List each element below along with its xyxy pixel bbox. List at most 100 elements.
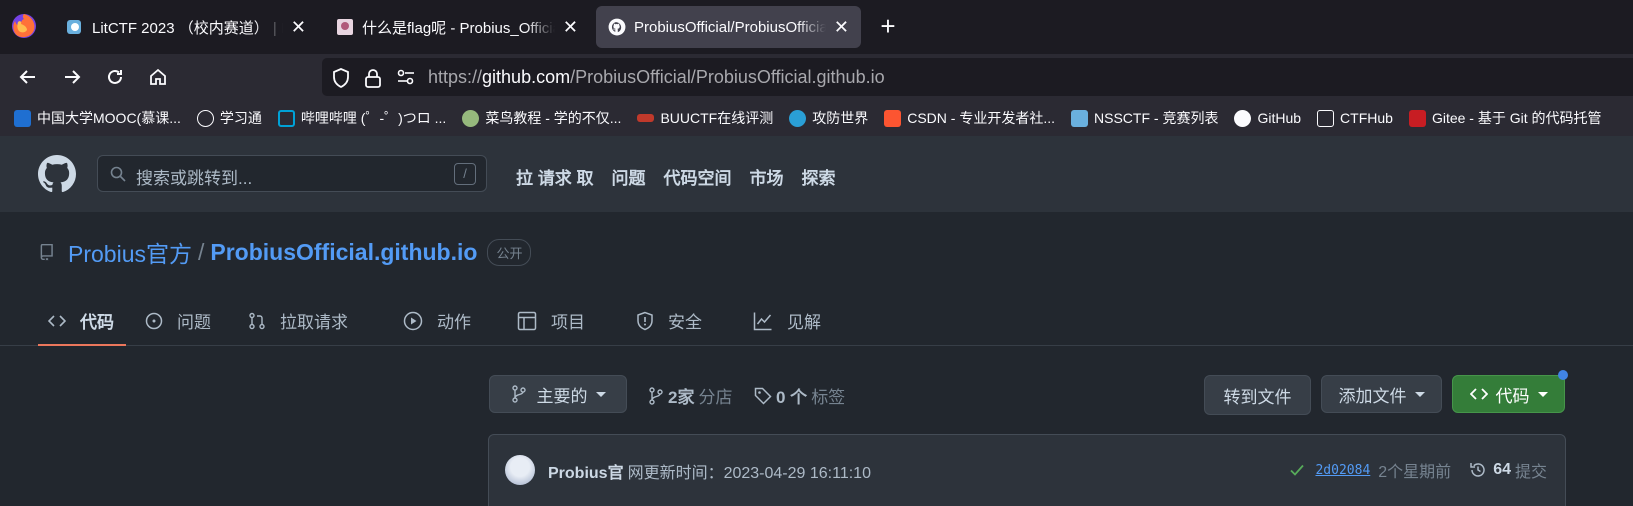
- url-text[interactable]: https://github.com/ProbiusOfficial/Probi…: [428, 67, 885, 88]
- goto-file-label: 转到文件: [1223, 387, 1292, 407]
- visibility-badge: 公开: [487, 238, 532, 266]
- new-tab-button[interactable]: +: [875, 12, 901, 40]
- code-button-label: 代码: [1495, 386, 1530, 406]
- tab-label: 代码: [80, 313, 114, 332]
- tag-count: 0 个: [776, 388, 808, 407]
- tab-title: 什么是flag呢 - Probius_Official: [362, 19, 555, 37]
- tab-security[interactable]: 安全: [636, 295, 702, 346]
- gitee-icon: [1408, 109, 1426, 127]
- check-icon[interactable]: [1289, 462, 1305, 478]
- tab-flag[interactable]: 什么是flag呢 - Probius_Official ✕: [324, 6, 590, 48]
- tab-label: 见解: [787, 313, 821, 332]
- nav-pull-requests[interactable]: 拉 请求 取: [516, 164, 593, 189]
- forward-button[interactable]: [58, 63, 86, 91]
- url-path: /ProbiusOfficial/ProbiusOfficial.github.…: [570, 67, 885, 87]
- tab-label: 动作: [437, 313, 471, 332]
- branches-link[interactable]: 2家 分店: [648, 383, 732, 408]
- bookmark-github[interactable]: GitHub: [1234, 109, 1301, 127]
- latest-commit-box: Probius官 网更新时间：2023-04-29 16:11:10 2d0208…: [488, 434, 1566, 506]
- bookmark-label: BUUCTF在线评测: [660, 110, 774, 126]
- tab-github-repo[interactable]: ProbiusOfficial/ProbiusOfficial.github.i…: [596, 6, 861, 48]
- back-button[interactable]: [14, 63, 42, 91]
- author-avatar[interactable]: [505, 455, 535, 485]
- bookmarks-bar: 中国大学MOOC(慕课... 学习通 哔哩哔哩 (゜-゜)つロ ... 菜鸟教程…: [0, 100, 1633, 136]
- bookmark-label: NSSCTF - 竞赛列表: [1094, 110, 1219, 126]
- nav-marketplace[interactable]: 市场: [749, 164, 783, 189]
- bookmark-ctfhub[interactable]: CTFHub: [1317, 109, 1393, 127]
- tab-issues[interactable]: 问题: [145, 295, 211, 346]
- tab-litctf[interactable]: LitCTF 2023 （校内赛道） | NSSCTF ✕: [54, 6, 318, 48]
- commit-summary: Probius官 网更新时间：2023-04-29 16:11:10: [548, 459, 871, 483]
- add-file-button[interactable]: 添加文件: [1321, 375, 1442, 413]
- permissions-icon[interactable]: [396, 68, 416, 86]
- table-icon: [517, 311, 537, 330]
- notification-dot: [1558, 370, 1568, 380]
- bookmark-buuctf[interactable]: BUUCTF在线评测: [637, 108, 773, 128]
- github-header: 搜索或跳转到... / 拉 请求 取 问题 代码空间 市场 探索: [0, 136, 1633, 212]
- tab-code[interactable]: 代码: [48, 295, 114, 346]
- search-shortcut-key: /: [454, 163, 476, 185]
- url-bar[interactable]: https://github.com/ProbiusOfficial/Probi…: [322, 58, 1633, 96]
- tab-insights[interactable]: 见解: [753, 295, 821, 346]
- commit-author[interactable]: Probius官: [548, 465, 624, 482]
- commit-sha-link[interactable]: 2d02084: [1315, 463, 1370, 478]
- tab-label: 拉取请求: [280, 313, 348, 332]
- play-icon: [403, 311, 423, 330]
- code-button[interactable]: 代码: [1452, 375, 1565, 413]
- bookmark-adworld[interactable]: 攻防世界: [789, 108, 868, 128]
- chevron-down-icon: [1414, 391, 1425, 397]
- tab-pull-requests[interactable]: 拉取请求: [248, 295, 348, 346]
- reload-button[interactable]: [101, 63, 129, 91]
- repo-icon: [40, 243, 53, 261]
- github-search-input[interactable]: 搜索或跳转到... /: [97, 155, 487, 192]
- bookmark-gitee[interactable]: Gitee - 基于 Git 的代码托管: [1408, 108, 1602, 128]
- nav-explore[interactable]: 探索: [801, 164, 835, 189]
- runoob-icon: [462, 109, 480, 127]
- bookmark-label: CSDN - 专业开发者社...: [907, 110, 1056, 126]
- mooc-icon: [14, 109, 31, 127]
- github-favicon-icon: [608, 18, 626, 36]
- search-icon: [110, 166, 126, 182]
- bookmark-nssctf[interactable]: NSSCTF - 竞赛列表: [1071, 108, 1218, 128]
- close-tab-icon[interactable]: ✕: [291, 17, 306, 38]
- url-prefix: https://: [428, 67, 483, 87]
- bookmark-bilibili[interactable]: 哔哩哔哩 (゜-゜)つロ ...: [277, 108, 446, 128]
- branch-select-button[interactable]: 主要的: [489, 375, 627, 413]
- adworld-icon: [789, 109, 807, 127]
- bookmark-mooc[interactable]: 中国大学MOOC(慕课...: [14, 108, 181, 128]
- commit-meta: 2d02084 2个星期前 64 提交: [1289, 458, 1547, 482]
- bookmark-xuexitong[interactable]: 学习通: [196, 108, 262, 128]
- tag-label: 标签: [811, 388, 846, 407]
- branch-label: 分店: [698, 388, 733, 407]
- commit-count[interactable]: 64: [1493, 461, 1511, 479]
- lock-icon[interactable]: [364, 68, 382, 88]
- shield-icon[interactable]: [332, 68, 350, 88]
- tab-projects[interactable]: 项目: [517, 295, 585, 346]
- goto-file-button[interactable]: 转到文件: [1204, 375, 1311, 415]
- repo-name-link[interactable]: ProbiusOfficial.github.io: [210, 239, 477, 266]
- bookmark-label: 学习通: [219, 110, 262, 126]
- home-button[interactable]: [144, 63, 172, 91]
- git-branch-icon: [511, 385, 526, 403]
- current-branch: 主要的: [536, 386, 588, 406]
- add-file-label: 添加文件: [1338, 386, 1407, 406]
- bookmark-csdn[interactable]: CSDN - 专业开发者社...: [884, 108, 1055, 128]
- github-logo-icon[interactable]: [38, 155, 76, 193]
- bookmark-label: 中国大学MOOC(慕课...: [37, 110, 181, 126]
- globe-icon: [196, 109, 214, 127]
- tab-label: 问题: [177, 313, 211, 332]
- tab-actions[interactable]: 动作: [403, 295, 471, 346]
- nav-issues[interactable]: 问题: [611, 164, 645, 189]
- ctfhub-icon: [1317, 109, 1335, 127]
- tab-label: 安全: [668, 313, 702, 332]
- tags-link[interactable]: 0 个 标签: [754, 383, 845, 408]
- close-tab-icon[interactable]: ✕: [563, 17, 578, 38]
- bookmark-runoob[interactable]: 菜鸟教程 - 学的不仅...: [462, 108, 621, 128]
- bookmark-label: Gitee - 基于 Git 的代码托管: [1431, 110, 1602, 126]
- commit-count-label[interactable]: 提交: [1515, 458, 1547, 482]
- nav-codespaces[interactable]: 代码空间: [663, 164, 731, 189]
- close-tab-icon[interactable]: ✕: [834, 17, 849, 38]
- firefox-icon[interactable]: [10, 12, 38, 40]
- repo-owner-link[interactable]: Probius官方: [68, 235, 192, 269]
- commit-message[interactable]: 网更新时间：2023-04-29 16:11:10: [628, 465, 871, 482]
